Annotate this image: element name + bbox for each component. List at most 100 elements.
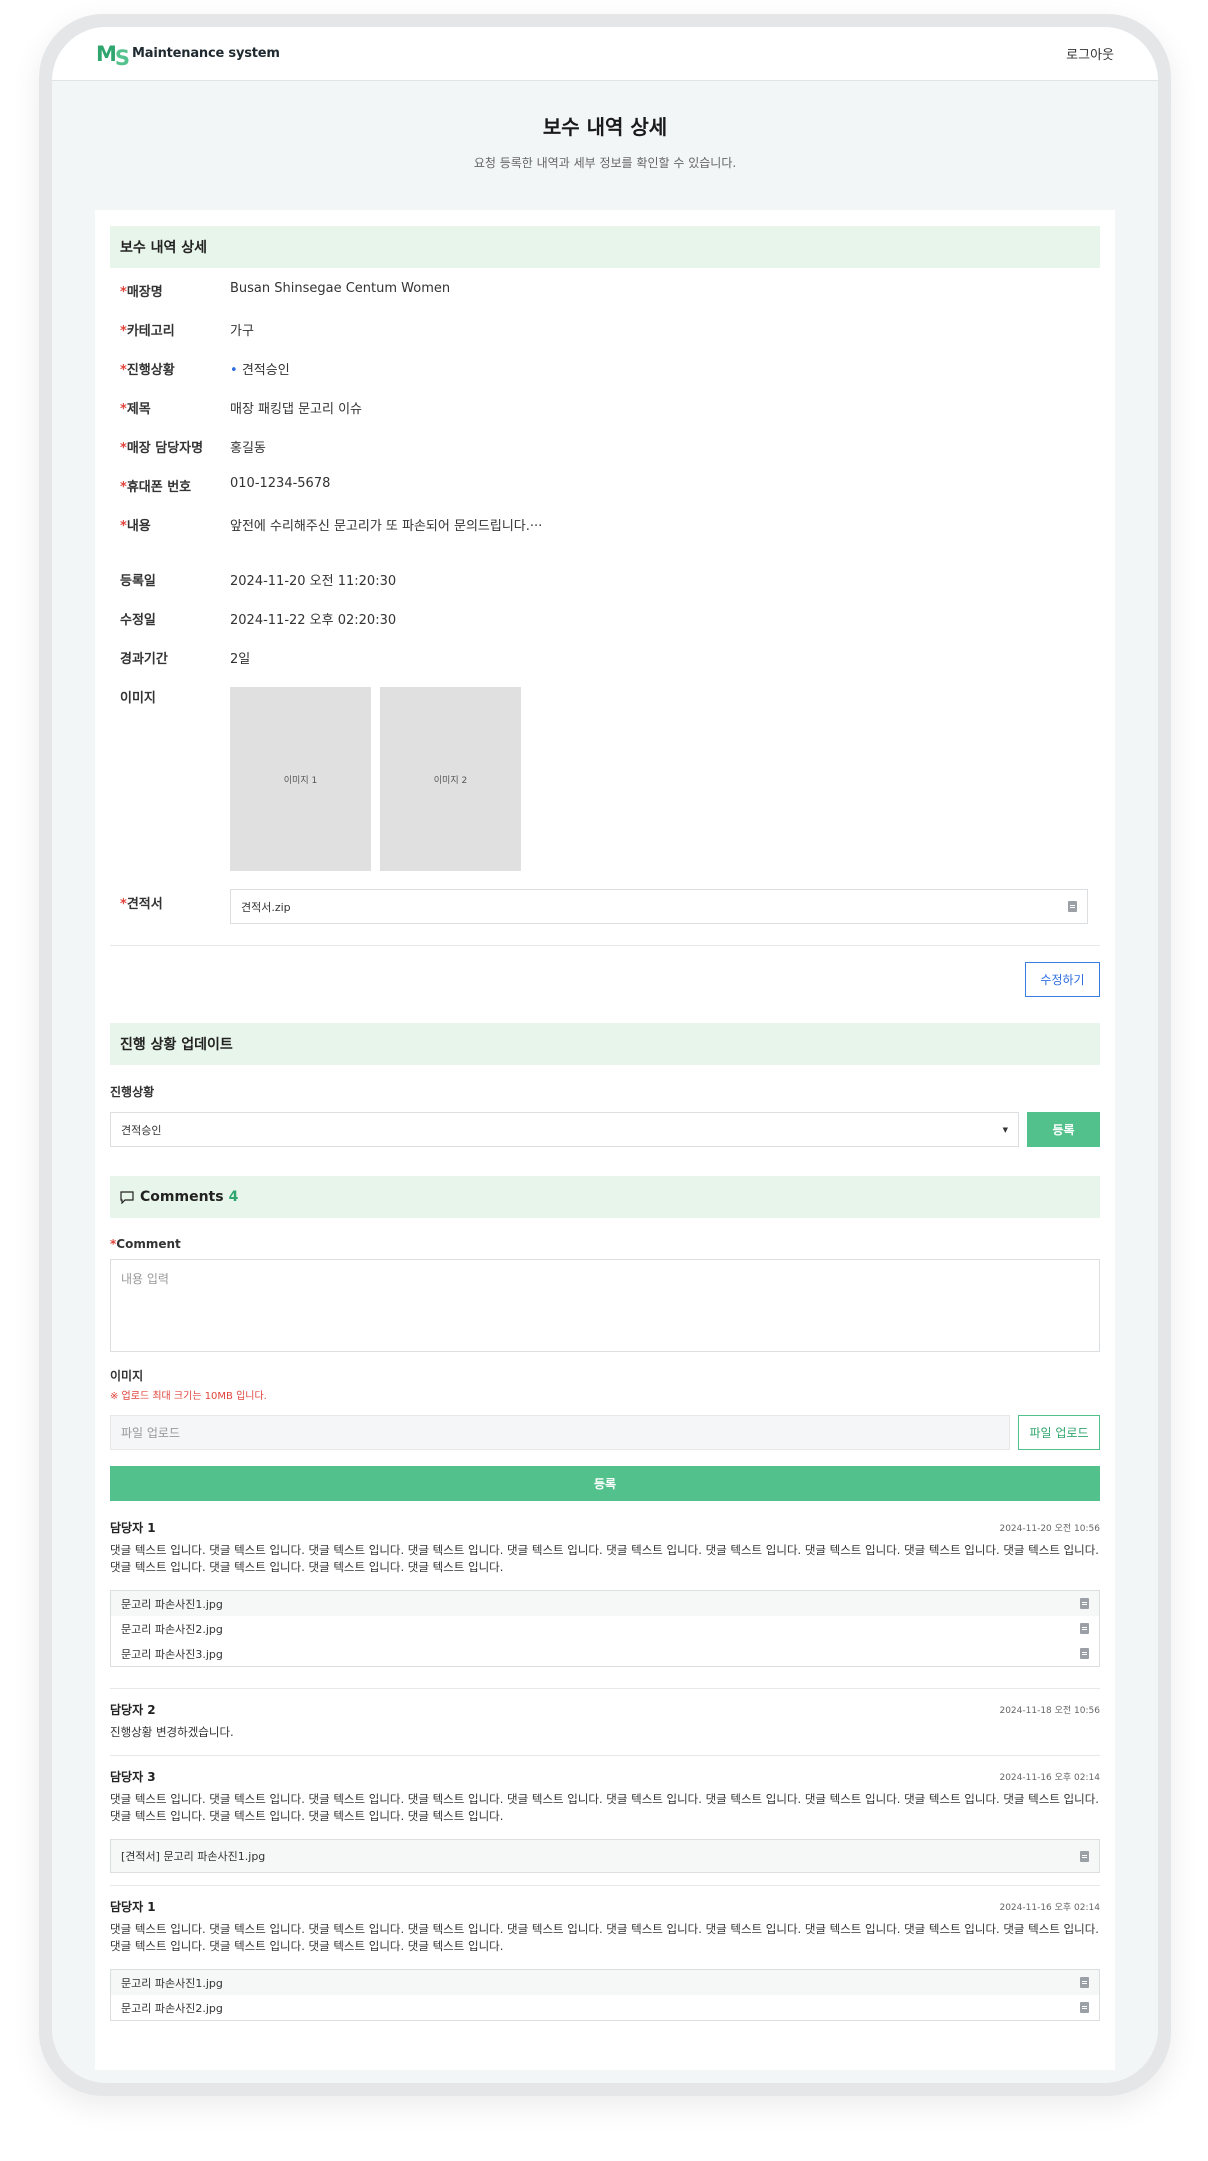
attachment-row[interactable]: 문고리 파손사진1.jpg [111, 1591, 1099, 1616]
required-mark: * [120, 480, 127, 495]
required-mark: * [120, 402, 127, 417]
download-file-icon[interactable] [1068, 901, 1077, 912]
attachment-name: 문고리 파손사진2.jpg [121, 1622, 223, 1636]
field-label-text: 제목 [126, 402, 151, 417]
comment-time: 2024-11-18 오전 10:56 [999, 1706, 1100, 1716]
field-modified: 수정일 2024-11-22 오후 02:20:30 [110, 609, 1100, 648]
comment-submit-button[interactable]: 등록 [110, 1466, 1100, 1501]
field-value: 010-1234-5678 [230, 476, 331, 491]
comments-count: 4 [228, 1189, 239, 1205]
comment-author: 담당자 1 [110, 1900, 156, 1914]
field-status: *진행상황 • 견적승인 [110, 359, 1100, 398]
field-value: 2일 [230, 652, 251, 667]
field-label-text: 카테고리 [126, 324, 175, 339]
field-label: *휴대폰 번호 [110, 476, 230, 495]
field-label: 등록일 [120, 574, 156, 589]
attachment-row[interactable]: [견적서] 문고리 파손사진1.jpg [111, 1840, 1099, 1872]
file-upload-input[interactable]: 파일 업로드 [110, 1415, 1010, 1450]
field-label: 경과기간 [120, 652, 168, 667]
logo-mark-m: M [96, 41, 117, 66]
comment-icon [120, 1190, 134, 1204]
field-label-text: 휴대폰 번호 [126, 480, 192, 495]
field-label: *제목 [110, 398, 230, 417]
comment-author: 담당자 3 [110, 1770, 156, 1784]
selected-value: 견적승인 [121, 1123, 162, 1137]
field-manager: *매장 담당자명 홍길동 [110, 437, 1100, 476]
field-label: *견적서 [110, 889, 230, 912]
progress-submit-button[interactable]: 등록 [1027, 1112, 1100, 1147]
comment-author: 담당자 2 [110, 1703, 156, 1717]
download-file-icon[interactable] [1080, 1598, 1089, 1609]
status-value: 견적승인 [241, 363, 290, 378]
attachment-list: [견적서] 문고리 파손사진1.jpg [110, 1839, 1100, 1873]
field-value: 홍길동 [230, 441, 266, 456]
attachment-name: [견적서] 문고리 파손사진1.jpg [121, 1850, 266, 1863]
edit-actions: 수정하기 [110, 946, 1100, 1023]
attachment-row[interactable]: 문고리 파손사진1.jpg [111, 1970, 1099, 1995]
comment-author: 담당자 1 [110, 1521, 156, 1535]
comment-item: 담당자 3 2024-11-16 오후 02:14 댓글 텍스트 입니다. 댓글… [110, 1756, 1100, 1885]
comment-textarea[interactable]: 내용 입력 [110, 1259, 1100, 1352]
field-label: *매장명 [110, 281, 230, 300]
detail-fields: *매장명 Busan Shinsegae Centum Women *카테고리 … [110, 268, 1100, 938]
progress-select[interactable]: 견적승인 ▼ [110, 1112, 1019, 1147]
comment-header: 담당자 1 2024-11-16 오후 02:14 [110, 1898, 1100, 1915]
field-label-text: 매장명 [126, 285, 163, 300]
comment-text: 댓글 텍스트 입니다. 댓글 텍스트 입니다. 댓글 텍스트 입니다. 댓글 텍… [110, 1543, 1099, 1574]
field-label-text: 진행상황 [126, 363, 175, 378]
attachment-row[interactable]: 문고리 파손사진2.jpg [111, 1616, 1099, 1641]
download-file-icon[interactable] [1080, 1648, 1089, 1659]
field-elapsed: 경과기간 2일 [110, 648, 1100, 687]
download-file-icon[interactable] [1080, 2002, 1089, 2013]
field-value: Busan Shinsegae Centum Women [230, 281, 451, 296]
attachment-name: 문고리 파손사진3.jpg [121, 1647, 223, 1661]
comments-section-title: Comments 4 [110, 1176, 1100, 1218]
image-gallery: 이미지 1 이미지 2 [230, 687, 521, 871]
download-file-icon[interactable] [1080, 1850, 1089, 1862]
file-upload-button[interactable]: 파일 업로드 [1018, 1415, 1100, 1450]
page-header: 보수 내역 상세 요청 등록한 내역과 세부 정보를 확인할 수 있습니다. [52, 81, 1158, 198]
attachment-name: 문고리 파손사진1.jpg [121, 1976, 223, 1990]
field-label: 수정일 [120, 613, 156, 628]
download-file-icon[interactable] [1080, 1977, 1089, 1988]
comment-text: 댓글 텍스트 입니다. 댓글 텍스트 입니다. 댓글 텍스트 입니다. 댓글 텍… [110, 1792, 1099, 1823]
comment-time: 2024-11-16 오후 02:14 [999, 1773, 1100, 1783]
progress-section-title: 진행 상황 업데이트 [110, 1023, 1100, 1065]
field-value: • 견적승인 [230, 359, 290, 378]
download-file-icon[interactable] [1080, 1623, 1089, 1634]
comment-text: 진행상황 변경하겠습니다. [110, 1725, 234, 1739]
required-mark: * [120, 363, 127, 378]
status-dot-icon: • [230, 363, 238, 378]
field-value: 가구 [230, 324, 254, 339]
comment-time: 2024-11-20 오전 10:56 [999, 1524, 1100, 1534]
logo-mark: MS [96, 41, 130, 70]
file-name: 견적서.zip [241, 900, 291, 914]
chevron-down-icon: ▼ [1002, 1125, 1008, 1134]
comment-label: *Comment [110, 1237, 1100, 1251]
edit-button[interactable]: 수정하기 [1025, 962, 1100, 997]
required-mark: * [120, 519, 127, 534]
progress-label: 진행상황 [110, 1085, 155, 1099]
field-label: *내용 [110, 515, 230, 534]
field-label: *카테고리 [110, 320, 230, 339]
field-images: 이미지 이미지 1 이미지 2 [110, 687, 1100, 889]
image-thumbnail[interactable]: 이미지 1 [230, 687, 371, 871]
attachment-name: 문고리 파손사진2.jpg [121, 2001, 223, 2015]
comment-header: 담당자 2 2024-11-18 오전 10:56 [110, 1701, 1100, 1718]
logo[interactable]: MS Maintenance system [96, 41, 280, 70]
comment-item: 담당자 2 2024-11-18 오전 10:56 진행상황 변경하겠습니다. [110, 1689, 1100, 1755]
comment-form: *Comment 내용 입력 이미지 ※ 업로드 최대 크기는 10MB 입니다… [110, 1218, 1100, 1501]
required-mark: * [120, 897, 127, 912]
comment-image-label: 이미지 [110, 1369, 144, 1383]
comments-title: Comments [140, 1189, 224, 1205]
quote-file[interactable]: 견적서.zip [230, 889, 1088, 924]
field-label: *진행상황 [110, 359, 230, 378]
logout-link[interactable]: 로그아웃 [1066, 44, 1114, 63]
attachment-row[interactable]: 문고리 파손사진2.jpg [111, 1995, 1099, 2020]
field-category: *카테고리 가구 [110, 320, 1100, 359]
image-thumbnail[interactable]: 이미지 2 [380, 687, 521, 871]
field-value: 앞전에 수리해주신 문고리가 또 파손되어 문의드립니다.··· [230, 519, 543, 534]
field-label-text: 견적서 [126, 897, 163, 912]
attachment-row[interactable]: 문고리 파손사진3.jpg [111, 1641, 1099, 1666]
comment-item: 담당자 1 2024-11-16 오후 02:14 댓글 텍스트 입니다. 댓글… [110, 1886, 1100, 2021]
